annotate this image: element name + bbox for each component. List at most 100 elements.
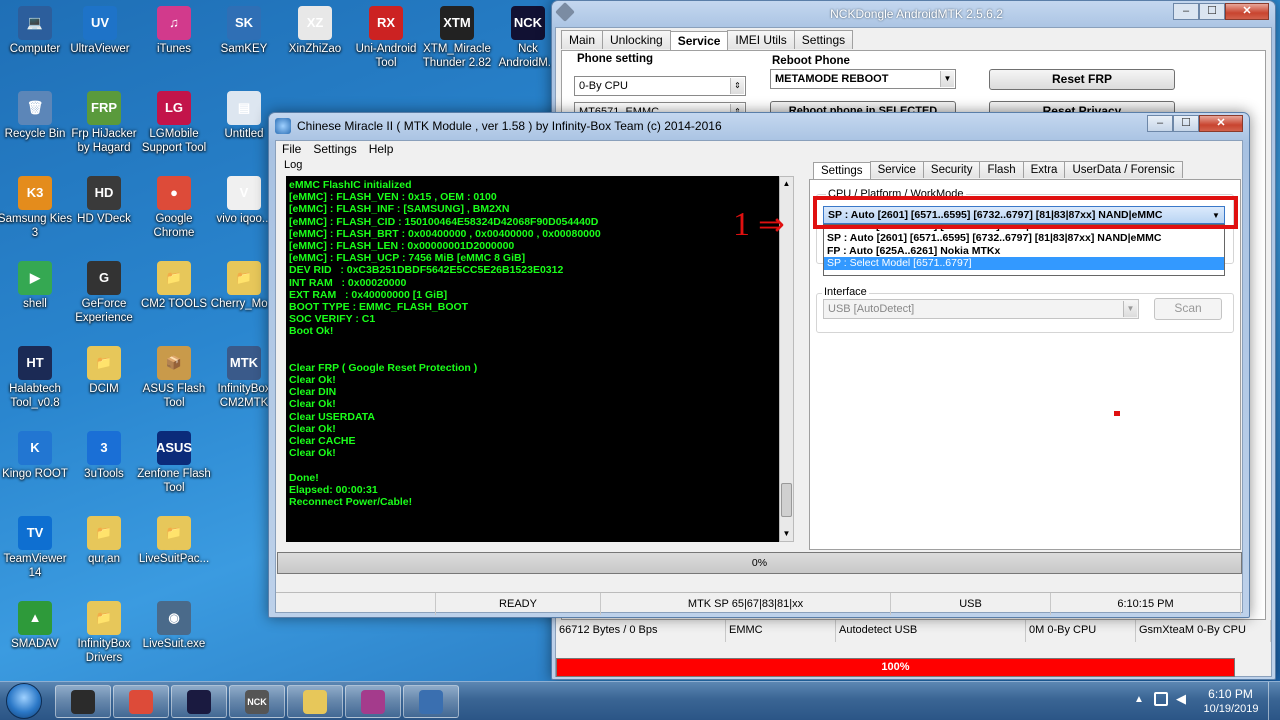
app-icon: UV [83, 6, 117, 40]
desktop-icon[interactable]: XTM XTM_Miracle Thunder 2.82 [419, 6, 495, 70]
scan-button[interactable]: Scan [1154, 298, 1222, 320]
nck-title: NCKDongle AndroidMTK 2.5.6.2 [830, 7, 1003, 21]
app-icon: HD [87, 176, 121, 210]
close-icon[interactable]: ✕ [1199, 115, 1243, 132]
desktop-icon-label: qur,an [88, 553, 120, 565]
cpu-dropdown-option[interactable]: FP : Auto [625A..6261] Nokia MTKx [824, 245, 1224, 258]
desktop-icon[interactable]: 📁 CM2 TOOLS [136, 261, 212, 311]
volume-icon[interactable]: ◀ [1176, 691, 1186, 707]
desktop-icon[interactable]: G GeForce Experience [66, 261, 142, 325]
taskbar-mtk-button[interactable] [403, 685, 459, 718]
tab-security[interactable]: Security [922, 161, 981, 178]
phone-setting-value: 0-By CPU [579, 80, 628, 92]
desktop-icon-label: Frp HiJacker by Hagard [71, 128, 137, 154]
desktop-icon[interactable]: ● Google Chrome [136, 176, 212, 240]
nck-titlebar[interactable]: NCKDongle AndroidMTK 2.5.6.2 [552, 1, 1275, 27]
desktop-icon-label: shell [23, 298, 47, 310]
taskbar-tool-button[interactable]: NCK [229, 685, 285, 718]
desktop-icon[interactable]: 3 3uTools [66, 431, 142, 481]
taskbar-date[interactable]: 10/19/2019 [1200, 703, 1262, 715]
desktop-icon[interactable]: HT Halabtech Tool_v0.8 [0, 346, 73, 410]
tab-main[interactable]: Main [561, 30, 604, 49]
scroll-up-icon[interactable]: ▲ [780, 177, 793, 191]
taskbar-app-button[interactable] [55, 685, 111, 718]
tab-service[interactable]: Service [669, 31, 729, 50]
app-icon: 📁 [87, 516, 121, 550]
desktop-icon[interactable]: ◉ LiveSuit.exe [136, 601, 212, 651]
app-icon: 📁 [157, 516, 191, 550]
spin-icon: ⇕ [730, 78, 744, 94]
app-icon: XTM [440, 6, 474, 40]
cpu-dropdown-option[interactable]: SP : Auto [2601] [6571..6595] [6732..679… [824, 232, 1224, 245]
desktop-icon[interactable]: 📁 DCIM [66, 346, 142, 396]
tab-settings[interactable]: Settings [813, 162, 871, 179]
tab-userdata-forensic[interactable]: UserData / Forensic [1064, 161, 1183, 178]
desktop-icon[interactable]: HD HD VDeck [66, 176, 142, 226]
start-button[interactable] [6, 683, 42, 719]
cm-status-bar: READY MTK SP 65|67|83|81|xx USB 6:10:15 PM [276, 592, 1242, 615]
desktop-icon[interactable]: ASUS Zenfone Flash Tool [136, 431, 212, 495]
app-icon: 📁 [87, 346, 121, 380]
tab-imei-utils[interactable]: IMEI Utils [727, 30, 795, 49]
network-icon[interactable] [1154, 692, 1168, 706]
wrench-icon [555, 2, 575, 22]
desktop-icon[interactable]: ▲ SMADAV [0, 601, 73, 651]
close-icon[interactable]: ✕ [1225, 3, 1269, 20]
menu-settings[interactable]: Settings [307, 141, 362, 158]
tab-settings[interactable]: Settings [793, 30, 854, 49]
minimize-icon[interactable]: – [1147, 115, 1173, 132]
tab-flash[interactable]: Flash [979, 161, 1024, 178]
taskbar-chrome-button[interactable] [113, 685, 169, 718]
desktop-icon[interactable]: LG LGMobile Support Tool [136, 91, 212, 155]
app-icon: 3 [87, 431, 121, 465]
reset-frp-button[interactable]: Reset FRP [989, 69, 1175, 90]
annotation-number: 1 [733, 206, 750, 243]
desktop-icon[interactable]: XZ XinZhiZao [277, 6, 353, 56]
minimize-icon[interactable]: – [1173, 3, 1199, 20]
menu-help[interactable]: Help [363, 141, 400, 158]
desktop-icon[interactable]: ♫ iTunes [136, 6, 212, 56]
taskbar-winrar-button[interactable] [345, 685, 401, 718]
log-line: INT RAM : 0x00020000 [289, 276, 407, 289]
cpu-dropdown-option[interactable]: SP : Select Model [6571..6797] [824, 257, 1224, 270]
desktop-icon[interactable]: 🗑 Recycle Bin [0, 91, 73, 141]
maximize-icon[interactable]: ☐ [1199, 3, 1225, 20]
tab-extra[interactable]: Extra [1022, 161, 1066, 178]
app-icon [71, 689, 95, 714]
log-line: DEV RID : 0xC3B251DBDF5642E5CC5E26B1523E… [289, 264, 564, 277]
app-icon: K3 [18, 176, 52, 210]
menu-file[interactable]: File [276, 141, 307, 158]
show-desktop-button[interactable] [1268, 682, 1280, 720]
cm-tabs: Settings Service Security Flash Extra UserDat… [813, 161, 1183, 179]
tab-service[interactable]: Service [869, 161, 924, 178]
cm-titlebar[interactable]: Chinese Miracle II ( MTK Module , ver 1.… [269, 113, 1249, 139]
mtk-icon [419, 689, 443, 714]
scroll-thumb[interactable] [781, 483, 792, 517]
taskbar-time[interactable]: 6:10 PM [1203, 687, 1258, 701]
reboot-mode-combo[interactable]: METAMODE REBOOT ▼ [770, 69, 956, 89]
desktop-icon[interactable]: RX Uni-Android Tool [348, 6, 424, 70]
maximize-icon[interactable]: ☐ [1173, 115, 1199, 132]
desktop-icon[interactable]: SK SamKEY [206, 6, 282, 56]
phone-setting-combo[interactable]: 0-By CPU ⇕ [574, 76, 746, 96]
desktop-icon[interactable]: ▶ shell [0, 261, 73, 311]
desktop-icon[interactable]: 📁 qur,an [66, 516, 142, 566]
red-dot [1114, 411, 1120, 416]
tray-up-arrow-icon[interactable]: ▲ [1134, 694, 1144, 705]
log-line: Boot Ok! [289, 325, 334, 338]
taskbar-nck-button[interactable] [171, 685, 227, 718]
taskbar-explorer-button[interactable] [287, 685, 343, 718]
interface-combo[interactable]: USB [AutoDetect] ▼ [823, 299, 1139, 319]
desktop-icon[interactable]: K Kingo ROOT [0, 431, 73, 481]
desktop-icon[interactable]: 📁 LiveSuitPac... [136, 516, 212, 566]
desktop-icon[interactable]: 📁 InfinityBox Drivers [66, 601, 142, 665]
desktop-icon-label: HD VDeck [77, 213, 131, 225]
desktop-icon[interactable]: 📦 ASUS Flash Tool [136, 346, 212, 410]
scroll-down-icon[interactable]: ▼ [780, 527, 793, 541]
desktop-icon[interactable]: UV UltraViewer [62, 6, 138, 56]
tab-unlocking[interactable]: Unlocking [602, 30, 671, 49]
desktop-icon[interactable]: TV TeamViewer 14 [0, 516, 73, 580]
desktop-icon[interactable]: FRP Frp HiJacker by Hagard [66, 91, 142, 155]
desktop-icon[interactable]: K3 Samsung Kies 3 [0, 176, 73, 240]
